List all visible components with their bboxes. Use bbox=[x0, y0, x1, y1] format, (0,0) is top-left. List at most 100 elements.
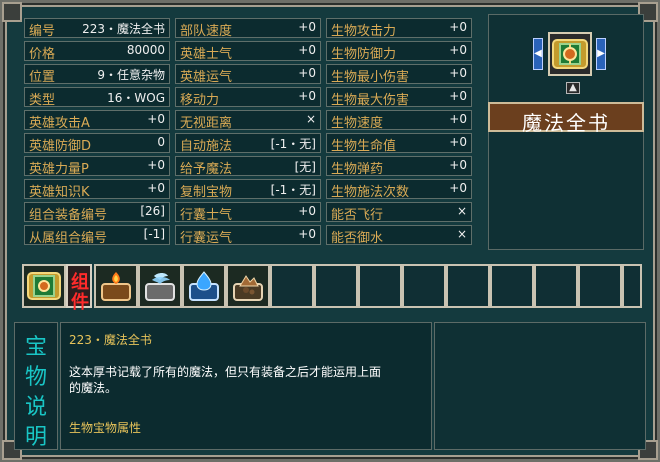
description-line-1: 223・魔法全书 bbox=[69, 333, 152, 347]
stat-value: +0 bbox=[298, 89, 316, 103]
stat-label: 复制宝物 bbox=[180, 185, 233, 200]
description-side-title-char: 宝 bbox=[25, 335, 48, 360]
stat-label: 生物弹药 bbox=[331, 162, 384, 177]
stat-hero-defense: 英雄防御D 0 bbox=[24, 133, 170, 154]
stat-label: 行囊士气 bbox=[180, 208, 233, 223]
stat-subcombo-id: 从属组合编号 [-1] bbox=[24, 225, 170, 246]
next-arrow-icon: ▶ bbox=[597, 48, 605, 59]
stat-type: 类型 16・WOG bbox=[24, 87, 170, 108]
artifact-title-banner: 魔法全书 bbox=[488, 102, 644, 135]
stat-value: × bbox=[456, 204, 467, 218]
stat-label: 生物施法次数 bbox=[331, 185, 410, 200]
stat-ignore-range: 无视距离 × bbox=[175, 110, 321, 131]
stat-hero-attack: 英雄攻击A +0 bbox=[24, 110, 170, 131]
stat-label: 英雄攻击A bbox=[29, 116, 90, 131]
stat-creature-defense: 生物防御力 +0 bbox=[326, 41, 472, 62]
stat-label: 给予魔法 bbox=[180, 162, 233, 177]
stat-value: 80000 bbox=[126, 43, 165, 57]
stat-label: 生物生命值 bbox=[331, 139, 397, 154]
stat-backpack-luck: 行囊运气 +0 bbox=[175, 225, 321, 246]
component-slot-13[interactable] bbox=[622, 264, 642, 308]
stat-label: 生物最大伤害 bbox=[331, 93, 410, 108]
next-artifact-button[interactable]: ▶ bbox=[596, 38, 606, 70]
stat-value: × bbox=[305, 112, 316, 126]
prev-arrow-icon: ◀ bbox=[534, 48, 542, 59]
stat-value: +0 bbox=[298, 227, 316, 241]
stat-creature-speed: 生物速度 +0 bbox=[326, 110, 472, 131]
stat-auto-cast: 自动施法 [-1・无] bbox=[175, 133, 321, 154]
stat-value: +0 bbox=[147, 158, 165, 172]
stat-label: 英雄士气 bbox=[180, 47, 233, 62]
stat-value: +0 bbox=[449, 66, 467, 80]
component-slot-4[interactable] bbox=[226, 264, 270, 308]
stat-hero-knowledge: 英雄知识K +0 bbox=[24, 179, 170, 200]
component-slot-10[interactable] bbox=[490, 264, 534, 308]
stat-label: 英雄力量P bbox=[29, 162, 89, 177]
stat-value: +0 bbox=[298, 20, 316, 34]
stat-value: +0 bbox=[449, 43, 467, 57]
component-slot-9[interactable] bbox=[446, 264, 490, 308]
components-label: 组 件 bbox=[66, 264, 92, 313]
stat-value: 9・任意杂物 bbox=[97, 68, 165, 82]
earth-magic-book-icon bbox=[233, 275, 263, 301]
corner-ornament-top-left bbox=[2, 2, 22, 22]
stat-label: 从属组合编号 bbox=[29, 231, 108, 246]
caret-up-icon: ▲ bbox=[569, 82, 577, 93]
stat-creature-max-damage: 生物最大伤害 +0 bbox=[326, 87, 472, 108]
stat-creature-spell-casts: 生物施法次数 +0 bbox=[326, 179, 472, 200]
stat-label: 生物防御力 bbox=[331, 47, 397, 62]
artifact-title: 魔法全书 bbox=[522, 111, 610, 135]
stat-label: 生物攻击力 bbox=[331, 24, 397, 39]
stat-slot: 位置 9・任意杂物 bbox=[24, 64, 170, 85]
stat-label: 英雄知识K bbox=[29, 185, 90, 200]
stat-price: 价格 80000 bbox=[24, 41, 170, 62]
stat-label: 无视距离 bbox=[180, 116, 233, 131]
components-label-char-2: 件 bbox=[71, 292, 89, 313]
stat-label: 位置 bbox=[29, 70, 56, 85]
stat-value: +0 bbox=[449, 20, 467, 34]
stat-value: +0 bbox=[449, 158, 467, 172]
description-line-3: 的魔法。 bbox=[69, 381, 118, 395]
component-slot-6[interactable] bbox=[314, 264, 358, 308]
component-slot-7[interactable] bbox=[358, 264, 402, 308]
stat-hero-luck: 英雄运气 +0 bbox=[175, 64, 321, 85]
stat-creature-ammo: 生物弹药 +0 bbox=[326, 156, 472, 177]
stat-label: 英雄防御D bbox=[29, 139, 92, 154]
component-slot-0[interactable] bbox=[22, 264, 66, 308]
description-side-title-char: 说 bbox=[25, 395, 48, 420]
stat-creature-hp: 生物生命值 +0 bbox=[326, 133, 472, 154]
stat-label: 生物速度 bbox=[331, 116, 384, 131]
stat-label: 生物最小伤害 bbox=[331, 70, 410, 85]
stat-hero-power: 英雄力量P +0 bbox=[24, 156, 170, 177]
water-magic-book-icon bbox=[189, 271, 219, 301]
component-slot-2[interactable] bbox=[138, 264, 182, 308]
component-slot-12[interactable] bbox=[578, 264, 622, 308]
component-slot-11[interactable] bbox=[534, 264, 578, 308]
stat-value: 223・魔法全书 bbox=[82, 22, 165, 36]
stat-value: +0 bbox=[147, 112, 165, 126]
stat-value: +0 bbox=[449, 135, 467, 149]
stat-creature-attack: 生物攻击力 +0 bbox=[326, 18, 472, 39]
artifact-description-area: 宝 物 说 明 223・魔法全书 这本厚书记载了所有的魔法，但只有装备之后才能运… bbox=[14, 322, 646, 450]
stat-value: +0 bbox=[449, 89, 467, 103]
book-of-magic-icon bbox=[552, 39, 588, 69]
prev-artifact-button[interactable]: ◀ bbox=[533, 38, 543, 70]
description-empty-panel bbox=[434, 322, 646, 450]
artifact-icon-box bbox=[548, 32, 592, 76]
description-line-2: 这本厚书记载了所有的魔法，但只有装备之后才能运用上面 bbox=[69, 365, 382, 379]
collapse-button[interactable]: ▲ bbox=[566, 82, 580, 94]
stat-value: × bbox=[456, 227, 467, 241]
air-magic-book-icon bbox=[145, 273, 175, 301]
stat-value: [-1] bbox=[143, 227, 165, 241]
stat-label: 价格 bbox=[29, 47, 56, 62]
stat-can-water-walk: 能否御水 × bbox=[326, 225, 472, 246]
components-bar: 组 件 bbox=[22, 264, 642, 313]
stat-label: 行囊运气 bbox=[180, 231, 233, 246]
description-side-title-char: 物 bbox=[25, 365, 48, 390]
stat-movement: 移动力 +0 bbox=[175, 87, 321, 108]
component-slot-1[interactable] bbox=[94, 264, 138, 308]
component-slot-5[interactable] bbox=[270, 264, 314, 308]
stat-can-fly: 能否飞行 × bbox=[326, 202, 472, 223]
component-slot-3[interactable] bbox=[182, 264, 226, 308]
component-slot-8[interactable] bbox=[402, 264, 446, 308]
